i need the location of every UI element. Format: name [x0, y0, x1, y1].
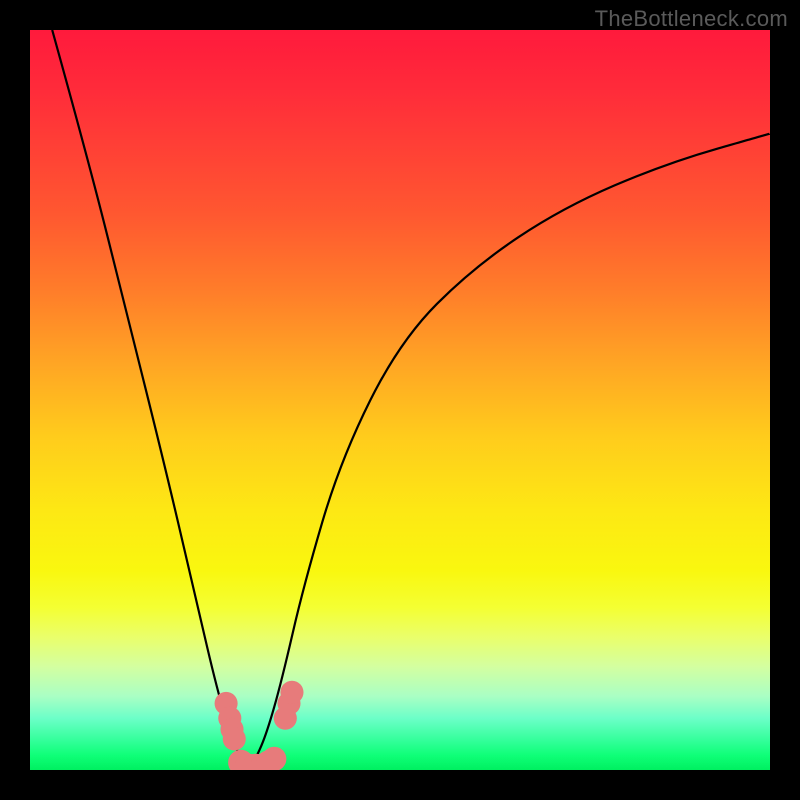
curve-marker: [242, 754, 270, 770]
curve-marker: [215, 692, 238, 715]
watermark-text: TheBottleneck.com: [595, 6, 788, 32]
curve-marker: [220, 718, 243, 741]
curve-marker: [274, 707, 297, 730]
curve-marker: [234, 754, 262, 770]
curve-marker: [250, 753, 276, 770]
curve-markers: [215, 681, 304, 770]
curve-marker: [256, 750, 280, 770]
curve-marker: [228, 750, 254, 770]
chart-svg: [30, 30, 770, 770]
chart-plot-area: [30, 30, 770, 770]
curve-marker: [277, 692, 300, 715]
curve-marker: [218, 707, 241, 730]
bottleneck-curve: [52, 30, 770, 766]
curve-marker: [223, 727, 246, 750]
curve-marker: [262, 747, 286, 770]
curve-marker: [280, 681, 303, 704]
